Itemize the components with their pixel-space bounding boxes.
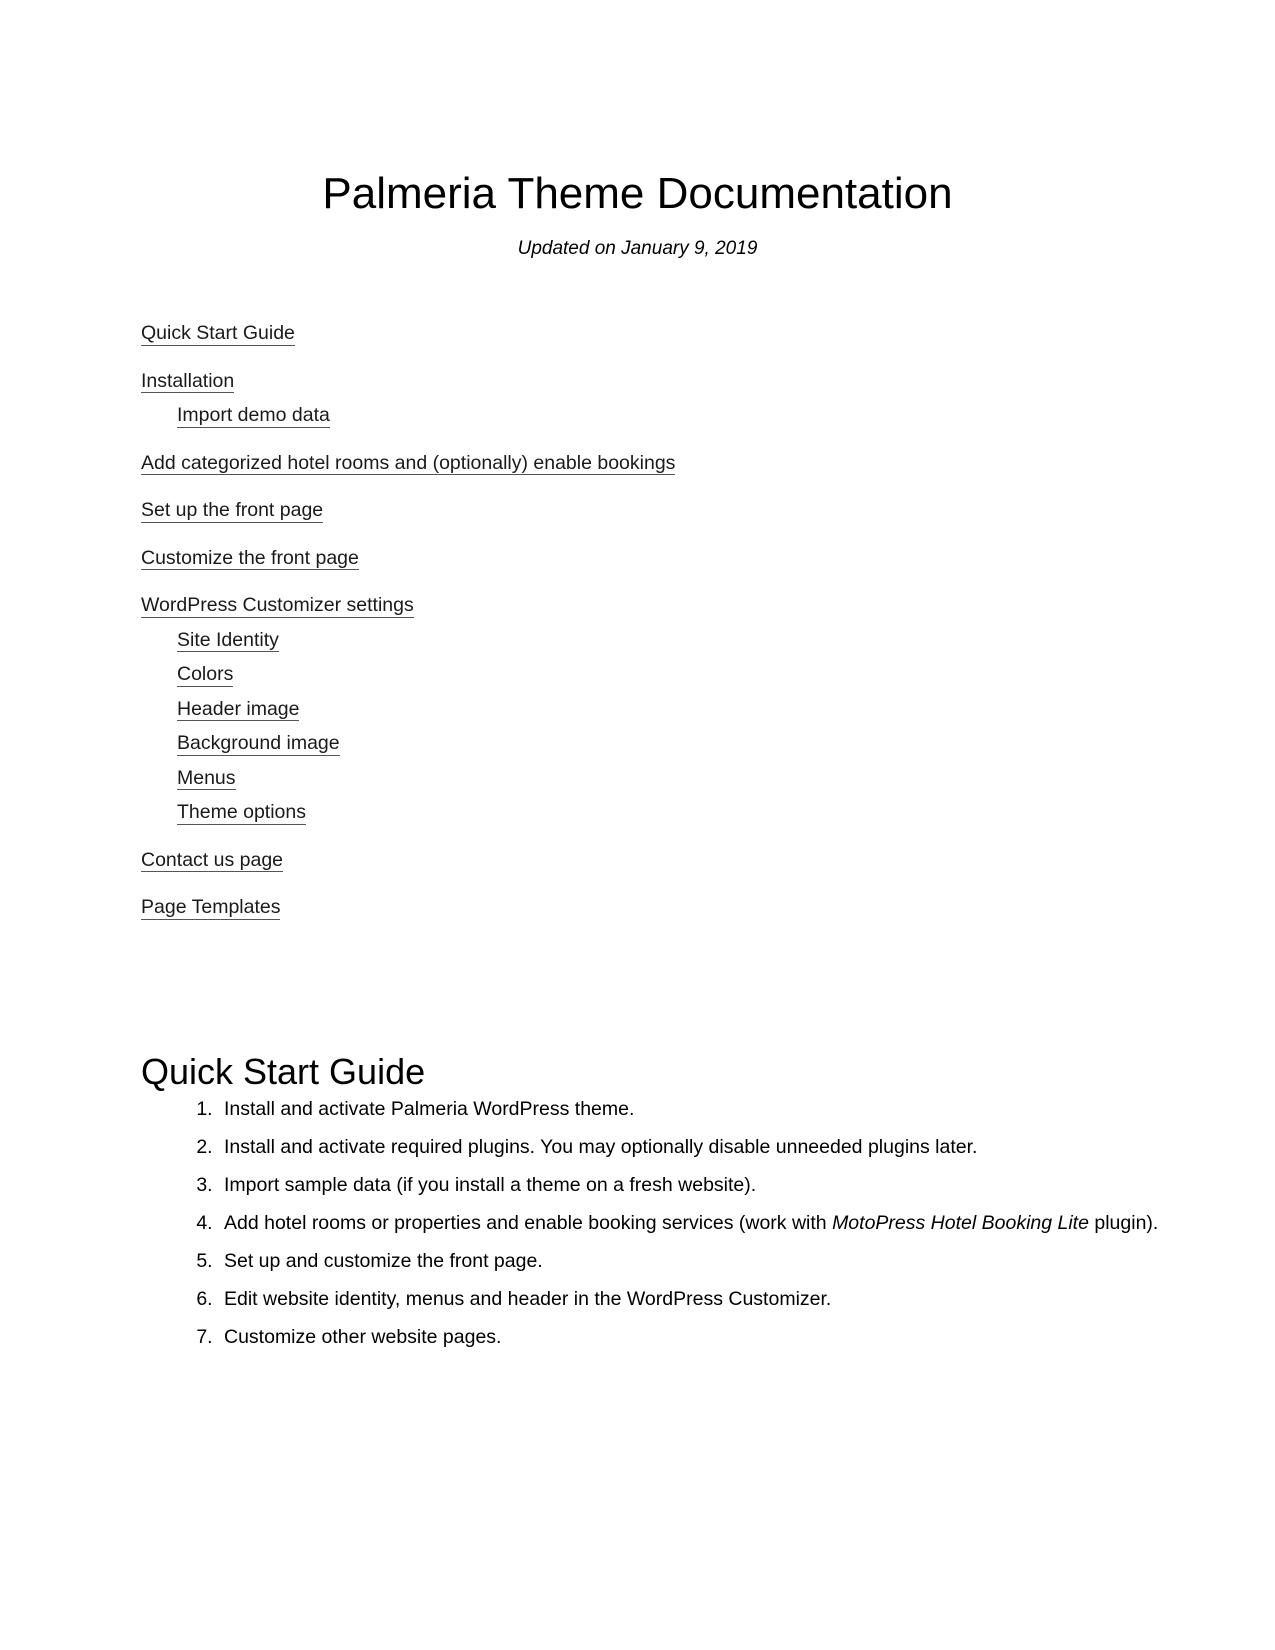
list-item-text: Customize other website pages. [224,1326,502,1348]
list-item: Install and activate required plugins. Y… [218,1128,1178,1166]
quick-start-steps-list: Install and activate Palmeria WordPress … [141,1090,1178,1356]
list-item: Import sample data (if you install a the… [218,1166,1178,1204]
table-of-contents: Quick Start Guide Installation Import demo… [141,322,1101,920]
toc-link[interactable]: Add categorized hotel rooms and (optiona… [141,451,1101,475]
toc-link-label: Quick Start Guide [141,322,295,346]
list-item-text: Set up and customize the front page. [224,1250,543,1272]
toc-link-label: Page Templates [141,896,281,920]
list-item: Edit website identity, menus and header … [218,1280,1178,1318]
toc-link-label: Set up the front page [141,499,324,523]
toc-link-label: Site Identity [177,628,279,652]
list-item-text: Install and activate required plugins. Y… [224,1136,978,1158]
toc-link[interactable]: Colors [141,663,1101,687]
toc-link-label: WordPress Customizer settings [141,594,414,618]
toc-link[interactable]: Import demo data [141,404,1101,428]
toc-link[interactable]: Contact us page [141,848,1101,872]
toc-link[interactable]: Customize the front page [141,546,1101,570]
toc-link[interactable]: Quick Start Guide [141,322,1101,346]
list-item-text: Add hotel rooms or properties and enable… [224,1212,833,1234]
toc-link[interactable]: Site Identity [141,628,1101,652]
toc-link[interactable]: WordPress Customizer settings [141,594,1101,618]
list-item: Add hotel rooms or properties and enable… [218,1204,1178,1242]
list-item: Install and activate Palmeria WordPress … [218,1090,1178,1128]
toc-link-label: Header image [177,697,300,721]
toc-link-label: Add categorized hotel rooms and (optiona… [141,451,676,475]
toc-link-label: Background image [177,732,340,756]
toc-link[interactable]: Menus [141,766,1101,790]
toc-link-label: Colors [177,663,234,687]
toc-link[interactable]: Header image [141,697,1101,721]
toc-link[interactable]: Theme options [141,801,1101,825]
list-item-text: Import sample data (if you install a the… [224,1174,757,1196]
document-title: Palmeria Theme Documentation [322,169,953,219]
document-updated-date: Updated on January 9, 2019 [517,238,758,259]
list-item-text: Edit website identity, menus and header … [224,1288,832,1310]
list-item-text: Install and activate Palmeria WordPress … [224,1098,635,1120]
toc-link-label: Customize the front page [141,546,359,570]
section-heading-quick-start-guide: Quick Start Guide [141,1050,426,1092]
list-item: Customize other website pages. [218,1318,1178,1356]
toc-link-label: Menus [177,766,236,790]
toc-link-label: Import demo data [177,404,330,428]
list-item: Set up and customize the front page. [218,1242,1178,1280]
document-page: Palmeria Theme Documentation Updated on … [0,0,1275,1650]
toc-link[interactable]: Installation [141,369,1101,393]
toc-link[interactable]: Background image [141,732,1101,756]
list-item-text: plugin). [1088,1212,1159,1234]
toc-link[interactable]: Page Templates [141,896,1101,920]
toc-link-label: Installation [141,369,235,393]
toc-link-label: Contact us page [141,848,284,872]
toc-link-label: Theme options [177,801,306,825]
toc-link[interactable]: Set up the front page [141,499,1101,523]
list-item-emphasis: MotoPress Hotel Booking Lite [832,1212,1089,1234]
